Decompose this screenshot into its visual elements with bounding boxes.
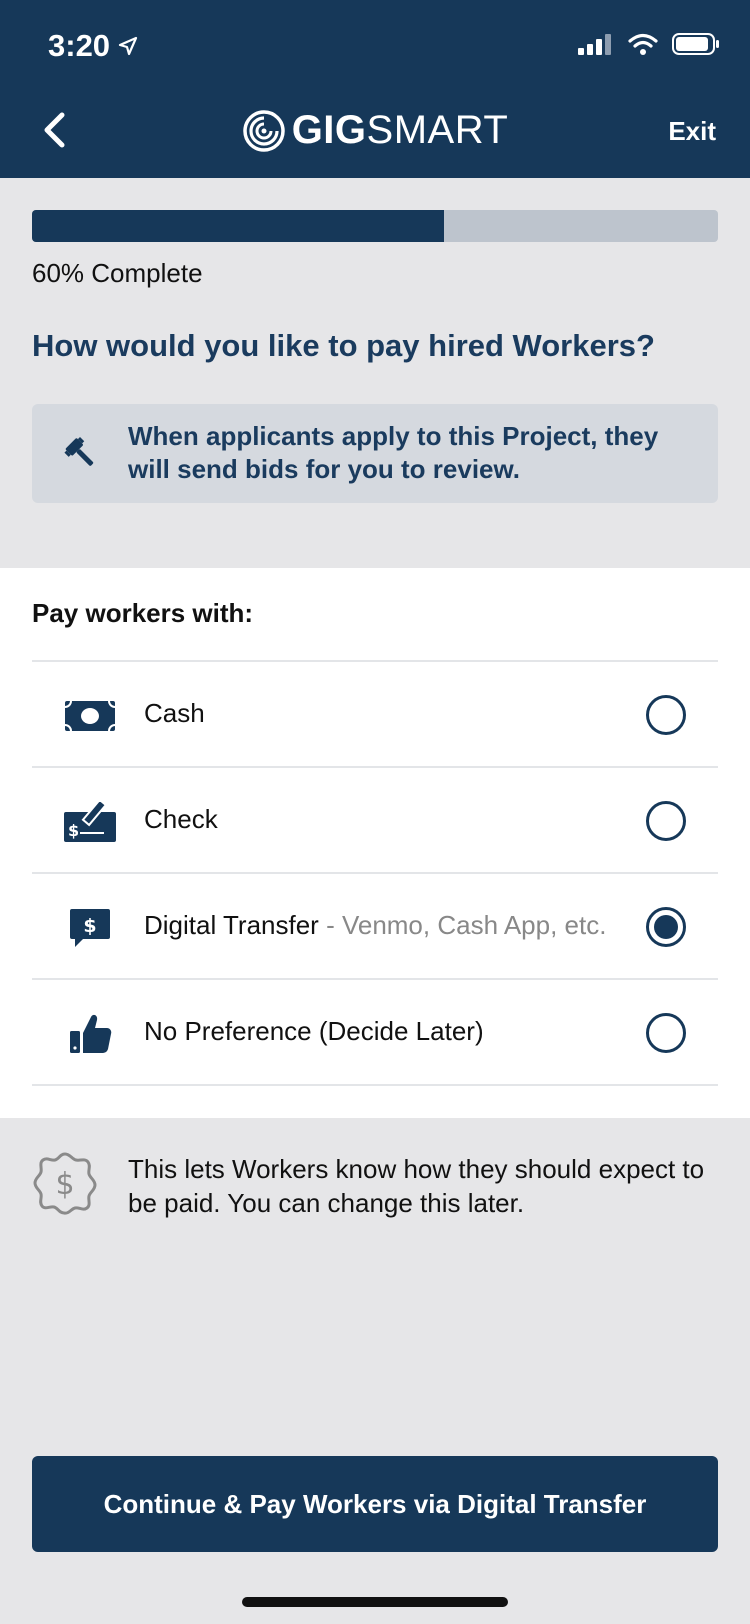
option-label-text: Cash xyxy=(144,698,205,728)
radio-no-preference[interactable] xyxy=(646,1013,686,1053)
payment-option-check[interactable]: $ Check xyxy=(32,766,718,872)
continue-button-label: Continue & Pay Workers via Digital Trans… xyxy=(103,1488,647,1519)
option-label-digital-transfer: Digital Transfer - Venmo, Cash App, etc. xyxy=(144,910,606,941)
exit-button[interactable]: Exit xyxy=(668,116,716,147)
radio-digital-transfer[interactable] xyxy=(646,907,686,947)
payment-options-title: Pay workers with: xyxy=(32,598,254,628)
payment-option-cash[interactable]: Cash xyxy=(32,660,718,766)
svg-text:$: $ xyxy=(83,915,96,937)
radio-cash[interactable] xyxy=(646,695,686,735)
status-time: 3:20 xyxy=(48,28,138,64)
status-indicators xyxy=(578,32,720,56)
option-label-text: Check xyxy=(144,804,218,834)
notice-text: When applicants apply to this Project, t… xyxy=(128,421,659,484)
continue-button[interactable]: Continue & Pay Workers via Digital Trans… xyxy=(32,1456,718,1552)
progress-label: 60% Complete xyxy=(32,258,203,288)
thumbs-up-icon xyxy=(64,1014,116,1054)
page-question: How would you like to pay hired Workers? xyxy=(32,328,655,363)
progress-fill xyxy=(32,210,444,242)
status-time-text: 3:20 xyxy=(48,28,111,63)
wifi-icon xyxy=(628,33,658,55)
logo-bold: GIG xyxy=(291,108,367,152)
logo-wordmark: GIGSMART xyxy=(292,108,509,153)
gigsmart-logo-icon xyxy=(242,109,285,152)
app-header: 3:20 GIGSMART Exit xyxy=(0,0,750,178)
gigsmart-logo: GIGSMART xyxy=(0,108,750,153)
svg-text:$: $ xyxy=(68,821,79,840)
payment-option-digital-transfer[interactable]: $ Digital Transfer - Venmo, Cash App, et… xyxy=(32,872,718,978)
home-indicator xyxy=(242,1597,508,1607)
option-sub-text: - Venmo, Cash App, etc. xyxy=(318,910,607,940)
option-label-no-preference: No Preference (Decide Later) xyxy=(144,1016,484,1047)
divider xyxy=(32,1084,718,1086)
cash-icon xyxy=(64,696,116,736)
logo-light: SMART xyxy=(366,108,509,152)
check-icon: $ xyxy=(64,802,116,842)
option-label-text: Digital Transfer xyxy=(144,910,319,940)
location-arrow-icon xyxy=(118,36,138,56)
payment-options-card: Pay workers with: Cash $ Check $ Digital… xyxy=(0,568,750,1118)
radio-check[interactable] xyxy=(646,801,686,841)
dollar-badge-icon: $ xyxy=(33,1152,97,1215)
digital-transfer-icon: $ xyxy=(64,908,116,948)
svg-text:$: $ xyxy=(55,1167,74,1202)
option-label-cash: Cash xyxy=(144,698,205,729)
payment-option-no-preference[interactable]: No Preference (Decide Later) xyxy=(32,978,718,1084)
signal-icon xyxy=(578,34,611,55)
gavel-icon xyxy=(64,437,94,466)
bid-notice: When applicants apply to this Project, t… xyxy=(32,404,718,503)
battery-icon xyxy=(672,33,719,55)
option-label-check: Check xyxy=(144,804,218,835)
info-text: This lets Workers know how they should e… xyxy=(128,1154,705,1218)
option-label-text: No Preference (Decide Later) xyxy=(144,1016,484,1046)
progress-bar xyxy=(32,210,718,242)
